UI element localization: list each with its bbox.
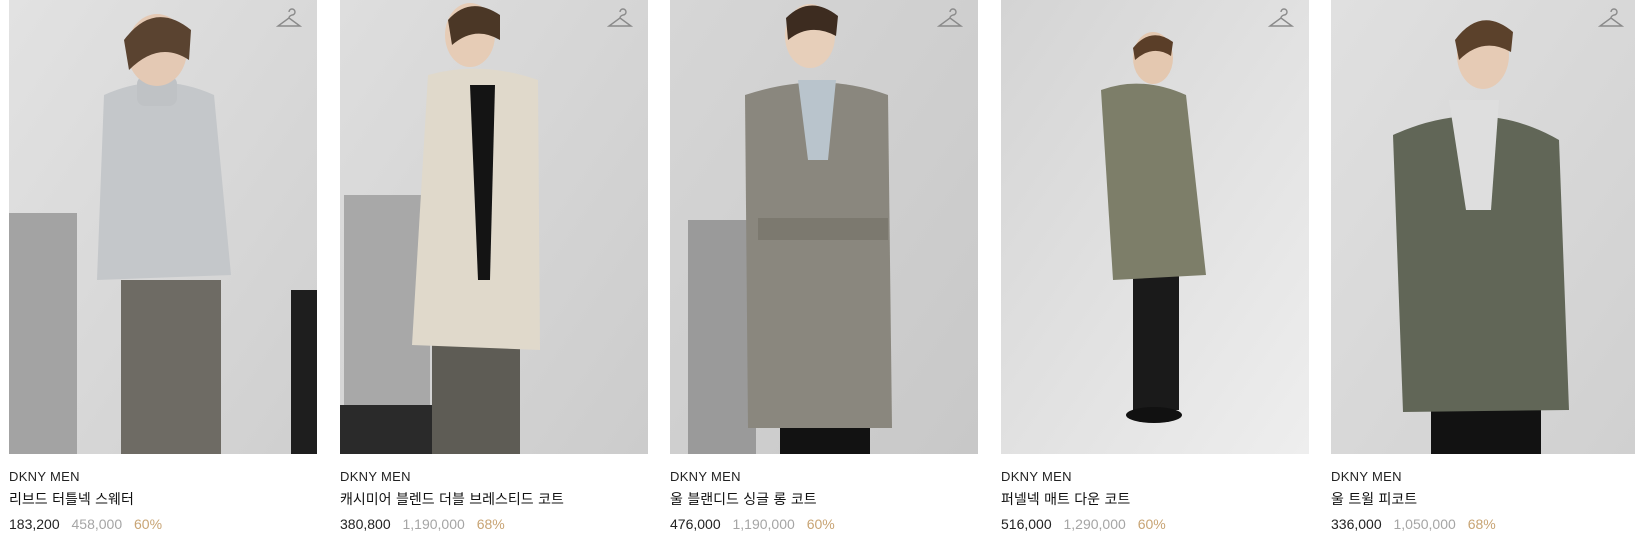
product-info: DKNY MEN 퍼넬넥 매트 다운 코트 516,000 1,290,000 … bbox=[1001, 454, 1309, 536]
product-grid: DKNY MEN 리브드 터틀넥 스웨터 183,200 458,000 60% bbox=[0, 0, 1635, 544]
product-image[interactable] bbox=[340, 0, 648, 454]
price-row: 336,000 1,050,000 68% bbox=[1331, 512, 1635, 536]
product-brand: DKNY MEN bbox=[1331, 469, 1402, 484]
sale-price: 336,000 bbox=[1331, 516, 1382, 532]
product-image[interactable] bbox=[1001, 0, 1309, 454]
product-brand: DKNY MEN bbox=[670, 469, 741, 484]
hanger-icon[interactable] bbox=[936, 8, 964, 32]
price-row: 476,000 1,190,000 60% bbox=[670, 512, 978, 536]
original-price: 1,190,000 bbox=[402, 516, 465, 532]
sale-price: 183,200 bbox=[9, 516, 60, 532]
product-card[interactable]: DKNY MEN 캐시미어 블렌드 더블 브레스티드 코트 380,800 1,… bbox=[340, 0, 648, 544]
product-photo bbox=[670, 0, 978, 454]
product-photo bbox=[1331, 0, 1635, 454]
product-info: DKNY MEN 울 트윌 피코트 336,000 1,050,000 68% bbox=[1331, 454, 1635, 536]
product-name[interactable]: 울 블랜디드 싱글 롱 코트 bbox=[670, 488, 978, 512]
original-price: 458,000 bbox=[71, 516, 123, 532]
discount-rate: 60% bbox=[1137, 516, 1166, 532]
product-info: DKNY MEN 리브드 터틀넥 스웨터 183,200 458,000 60% bbox=[9, 454, 317, 536]
product-image[interactable] bbox=[9, 0, 317, 454]
product-brand: DKNY MEN bbox=[1001, 469, 1072, 484]
price-row: 183,200 458,000 60% bbox=[9, 512, 317, 536]
product-info: DKNY MEN 캐시미어 블렌드 더블 브레스티드 코트 380,800 1,… bbox=[340, 454, 648, 536]
original-price: 1,290,000 bbox=[1063, 516, 1126, 532]
discount-rate: 68% bbox=[476, 516, 505, 532]
sale-price: 516,000 bbox=[1001, 516, 1052, 532]
product-card[interactable]: DKNY MEN 리브드 터틀넥 스웨터 183,200 458,000 60% bbox=[9, 0, 317, 544]
product-name[interactable]: 퍼넬넥 매트 다운 코트 bbox=[1001, 488, 1309, 512]
product-image[interactable] bbox=[1331, 0, 1635, 454]
hanger-icon[interactable] bbox=[1597, 8, 1625, 32]
sale-price: 380,800 bbox=[340, 516, 391, 532]
product-name[interactable]: 캐시미어 블렌드 더블 브레스티드 코트 bbox=[340, 488, 648, 512]
hanger-icon[interactable] bbox=[606, 8, 634, 32]
price-row: 380,800 1,190,000 68% bbox=[340, 512, 648, 536]
product-brand: DKNY MEN bbox=[340, 469, 411, 484]
product-card[interactable]: DKNY MEN 퍼넬넥 매트 다운 코트 516,000 1,290,000 … bbox=[1001, 0, 1309, 544]
product-brand: DKNY MEN bbox=[9, 469, 80, 484]
original-price: 1,190,000 bbox=[732, 516, 795, 532]
discount-rate: 60% bbox=[134, 516, 163, 532]
product-photo bbox=[9, 0, 317, 454]
product-name[interactable]: 리브드 터틀넥 스웨터 bbox=[9, 488, 317, 512]
product-name[interactable]: 울 트윌 피코트 bbox=[1331, 488, 1635, 512]
product-card[interactable]: DKNY MEN 울 트윌 피코트 336,000 1,050,000 68% bbox=[1331, 0, 1635, 544]
original-price: 1,050,000 bbox=[1393, 516, 1456, 532]
product-info: DKNY MEN 울 블랜디드 싱글 롱 코트 476,000 1,190,00… bbox=[670, 454, 978, 536]
product-image[interactable] bbox=[670, 0, 978, 454]
product-card[interactable]: DKNY MEN 울 블랜디드 싱글 롱 코트 476,000 1,190,00… bbox=[670, 0, 978, 544]
hanger-icon[interactable] bbox=[1267, 8, 1295, 32]
sale-price: 476,000 bbox=[670, 516, 721, 532]
product-photo bbox=[1001, 0, 1309, 454]
product-photo bbox=[340, 0, 648, 454]
discount-rate: 68% bbox=[1467, 516, 1496, 532]
price-row: 516,000 1,290,000 60% bbox=[1001, 512, 1309, 536]
hanger-icon[interactable] bbox=[275, 8, 303, 32]
discount-rate: 60% bbox=[806, 516, 835, 532]
